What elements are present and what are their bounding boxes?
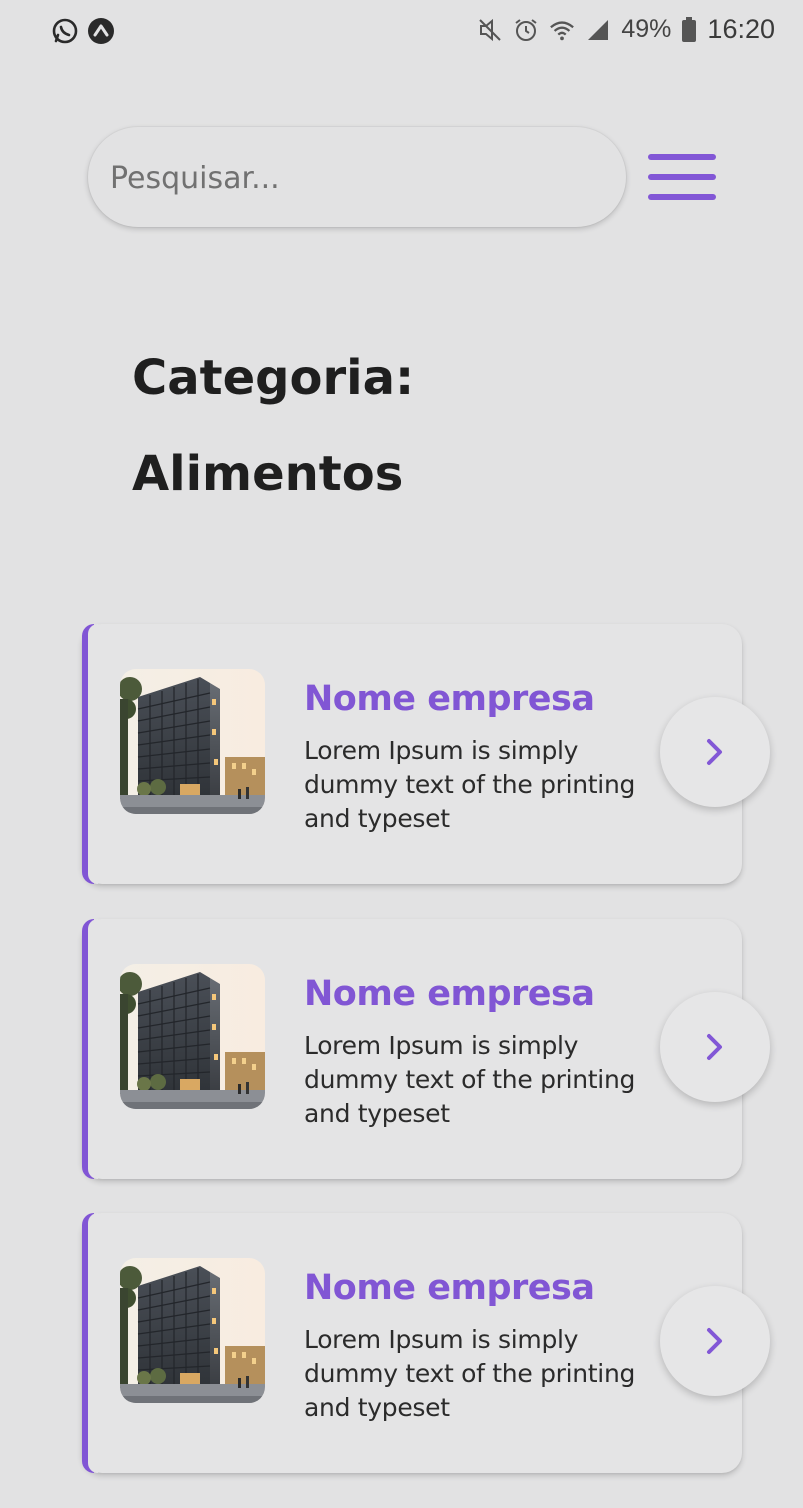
company-description: Lorem Ipsum is simply dummy text of the …: [304, 1031, 636, 1128]
company-card[interactable]: Nome empresa Lorem Ipsum is simply dummy…: [82, 624, 770, 884]
company-description: Lorem Ipsum is simply dummy text of the …: [304, 736, 636, 833]
battery-icon: [681, 16, 697, 43]
hamburger-menu-icon[interactable]: [648, 150, 716, 205]
page-title: Categoria: Alimentos: [132, 330, 414, 522]
clock: 16:20: [707, 14, 775, 44]
chevron-right-icon: [707, 1328, 722, 1354]
whatsapp-icon: [50, 16, 80, 46]
company-name: Nome empresa: [304, 974, 595, 1014]
card-accent-bar: [82, 1213, 98, 1473]
app-notification-icon: [86, 16, 116, 46]
open-company-button[interactable]: [660, 992, 770, 1102]
page-title-category: Alimentos: [132, 446, 404, 502]
company-card[interactable]: Nome empresa Lorem Ipsum is simply dummy…: [82, 1213, 770, 1473]
building-thumbnail: [120, 964, 265, 1109]
alarm-icon: [513, 17, 539, 43]
search-bar[interactable]: [88, 127, 626, 229]
status-bar-left: [50, 16, 116, 46]
building-thumbnail: [120, 1258, 265, 1403]
card-accent-bar: [82, 919, 98, 1179]
company-description: Lorem Ipsum is simply dummy text of the …: [304, 1325, 636, 1422]
battery-percentage: 49%: [621, 15, 672, 43]
mute-icon: [477, 17, 503, 43]
building-thumbnail: [120, 669, 265, 814]
signal-icon: [585, 17, 611, 43]
open-company-button[interactable]: [660, 1286, 770, 1396]
wifi-icon: [549, 17, 575, 43]
chevron-right-icon: [707, 1034, 722, 1060]
search-input[interactable]: [108, 127, 612, 229]
card-accent-bar: [82, 624, 98, 884]
page-title-label: Categoria:: [132, 350, 415, 406]
chevron-right-icon: [707, 739, 722, 765]
open-company-button[interactable]: [660, 697, 770, 807]
company-card[interactable]: Nome empresa Lorem Ipsum is simply dummy…: [82, 919, 770, 1179]
company-name: Nome empresa: [304, 1268, 595, 1308]
status-bar-right: 49% 16:20: [477, 14, 775, 45]
company-name: Nome empresa: [304, 679, 595, 719]
status-bar: 49% 16:20: [0, 0, 803, 66]
